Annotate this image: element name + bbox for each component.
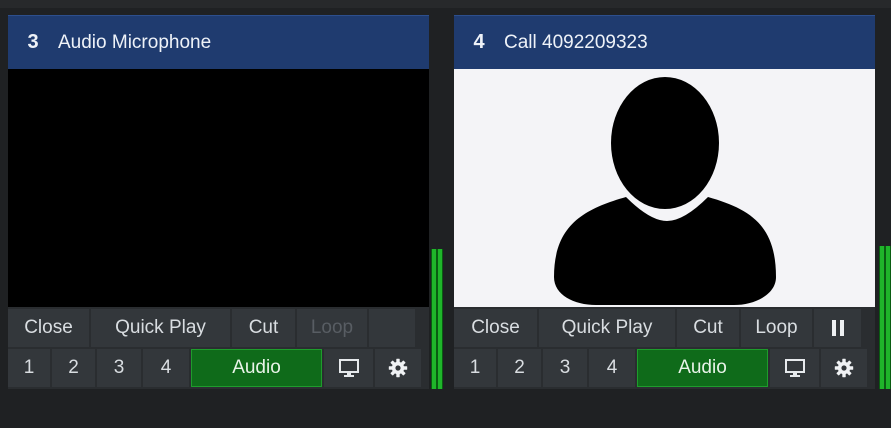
- gear-icon: [834, 358, 854, 378]
- audio-button[interactable]: Audio: [637, 349, 768, 387]
- overlay-3-button[interactable]: 3: [543, 349, 587, 387]
- quick-play-button[interactable]: Quick Play: [91, 309, 230, 347]
- cut-button[interactable]: Cut: [232, 309, 295, 347]
- person-silhouette-icon: [554, 77, 776, 305]
- input-panel-3: 3 Audio Microphone Close Quick Play Cut …: [8, 15, 429, 389]
- input-title-bar[interactable]: 4 Call 4092209323: [454, 15, 875, 69]
- gear-icon: [388, 358, 408, 378]
- pause-icon: [831, 320, 844, 336]
- input-controls-row1: Close Quick Play Cut Loop: [8, 309, 417, 347]
- close-button[interactable]: Close: [8, 309, 89, 347]
- top-strip: [0, 0, 891, 8]
- overlay-1-button[interactable]: 1: [454, 349, 496, 387]
- overlay-2-button[interactable]: 2: [498, 349, 541, 387]
- input-title: Audio Microphone: [58, 31, 212, 53]
- pause-button[interactable]: [814, 309, 861, 347]
- input-panel-4: 4 Call 4092209323 Close Quick Play Cut L…: [454, 15, 875, 389]
- monitor-icon: [338, 359, 359, 377]
- input-preview[interactable]: [454, 69, 875, 307]
- audio-level-meter: [879, 246, 891, 389]
- input-title: Call 4092209323: [504, 31, 648, 53]
- external-output-button[interactable]: [324, 349, 373, 387]
- audio-button[interactable]: Audio: [191, 349, 322, 387]
- audio-level-meter: [431, 249, 443, 389]
- input-controls-row2: 1 2 3 4 Audio: [454, 349, 869, 387]
- overlay-3-button[interactable]: 3: [97, 349, 141, 387]
- empty-control-button[interactable]: [369, 309, 415, 347]
- cut-button[interactable]: Cut: [677, 309, 739, 347]
- close-button[interactable]: Close: [454, 309, 537, 347]
- input-preview[interactable]: [8, 69, 429, 307]
- input-number: 3: [27, 31, 39, 53]
- input-number: 4: [473, 31, 485, 53]
- input-controls-row2: 1 2 3 4 Audio: [8, 349, 423, 387]
- input-title-bar[interactable]: 3 Audio Microphone: [8, 15, 429, 69]
- loop-button[interactable]: Loop: [297, 309, 367, 347]
- settings-button[interactable]: [821, 349, 867, 387]
- loop-button[interactable]: Loop: [741, 309, 812, 347]
- overlay-4-button[interactable]: 4: [589, 349, 635, 387]
- bottom-empty-area: [0, 392, 891, 428]
- monitor-icon: [784, 359, 805, 377]
- input-controls-row1: Close Quick Play Cut Loop: [454, 309, 863, 347]
- settings-button[interactable]: [375, 349, 421, 387]
- overlay-1-button[interactable]: 1: [8, 349, 50, 387]
- external-output-button[interactable]: [770, 349, 819, 387]
- quick-play-button[interactable]: Quick Play: [539, 309, 675, 347]
- overlay-4-button[interactable]: 4: [143, 349, 189, 387]
- overlay-2-button[interactable]: 2: [52, 349, 95, 387]
